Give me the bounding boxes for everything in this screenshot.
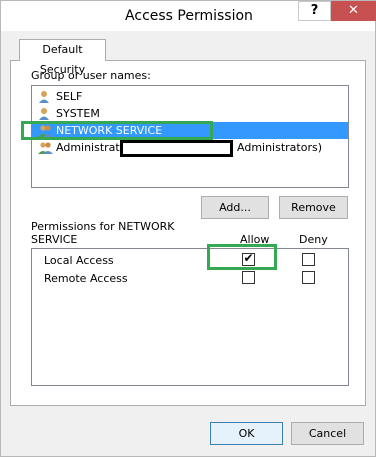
list-item-self[interactable]: SELF <box>32 88 348 105</box>
title-bar: Access Permission ? ✕ <box>1 1 376 31</box>
allow-column-header: Allow <box>240 233 270 246</box>
permission-name-remote-access: Remote Access <box>44 272 128 285</box>
deny-column-header: Deny <box>299 233 328 246</box>
list-item-administrators[interactable]: Administrators Administrators) <box>32 139 348 156</box>
remove-button[interactable]: Remove <box>279 196 348 219</box>
access-permission-dialog: Access Permission ? ✕ Default Security G… <box>0 0 376 457</box>
local-access-deny-checkbox[interactable] <box>302 253 315 266</box>
tab-default-security[interactable]: Default Security <box>19 39 106 76</box>
permissions-list <box>31 248 349 386</box>
user-icon <box>39 108 49 120</box>
permission-name-local-access: Local Access <box>44 254 114 267</box>
cancel-button[interactable]: Cancel <box>291 422 364 445</box>
remote-access-allow-checkbox[interactable] <box>242 271 255 284</box>
add-button[interactable]: Add... <box>201 196 269 219</box>
close-button[interactable]: ✕ <box>331 1 376 21</box>
user-group-icon <box>38 125 53 137</box>
permissions-label-line2: SERVICE <box>31 233 78 246</box>
list-item-label: Administrators <box>56 141 137 154</box>
user-icon <box>39 91 49 103</box>
group-user-listbox[interactable]: SELF SYSTEM NETWORK SERVICE Administrato… <box>31 85 349 188</box>
remote-access-deny-checkbox[interactable] <box>302 271 315 284</box>
local-access-allow-checkbox[interactable]: ✔ <box>242 251 255 266</box>
list-item-label: SELF <box>56 90 83 103</box>
list-item-network-service[interactable]: NETWORK SERVICE <box>32 122 348 139</box>
permissions-label-line1: Permissions for NETWORK <box>31 220 175 233</box>
list-item-system[interactable]: SYSTEM <box>32 105 348 122</box>
checkmark-icon: ✔ <box>243 251 254 265</box>
list-item-label: SYSTEM <box>56 107 100 120</box>
user-group-icon <box>38 142 53 154</box>
help-button[interactable]: ? <box>298 1 331 21</box>
list-item-label-suffix: Administrators) <box>237 141 323 154</box>
ok-button[interactable]: OK <box>210 422 283 445</box>
list-item-label: NETWORK SERVICE <box>56 124 163 137</box>
